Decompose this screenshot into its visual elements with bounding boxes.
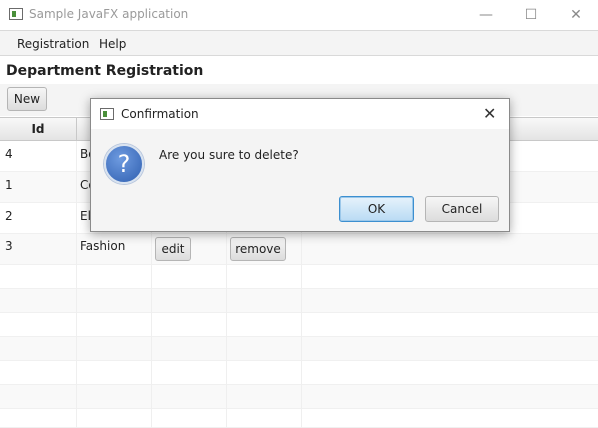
app-icon: [9, 8, 23, 20]
column-divider: [76, 141, 77, 428]
cell-id: 3: [5, 239, 13, 253]
menu-bar: Registration Help: [0, 30, 598, 56]
empty-row: [0, 409, 598, 428]
page-title: Department Registration: [6, 63, 204, 79]
new-button[interactable]: New: [7, 87, 47, 111]
maximize-button[interactable]: ☐: [508, 0, 554, 30]
menu-help[interactable]: Help: [99, 37, 126, 51]
cell-id: 2: [5, 209, 13, 223]
cell-id: 4: [5, 147, 13, 161]
cell-id: 1: [5, 178, 13, 192]
dialog-close-button[interactable]: ✕: [483, 104, 496, 123]
ok-button[interactable]: OK: [339, 196, 414, 222]
empty-row: [0, 289, 598, 313]
dialog-title-bar: Confirmation ✕: [91, 99, 509, 129]
window-title-bar: Sample JavaFX application — ☐ ✕: [0, 0, 598, 30]
confirmation-dialog: Confirmation ✕ ? Are you sure to delete?…: [90, 98, 510, 232]
cancel-button[interactable]: Cancel: [425, 196, 499, 222]
dialog-message: Are you sure to delete?: [159, 148, 299, 162]
menu-registration[interactable]: Registration: [17, 37, 89, 51]
empty-row: [0, 385, 598, 409]
window-title: Sample JavaFX application: [29, 7, 189, 21]
empty-row: [0, 313, 598, 337]
empty-row: [0, 361, 598, 385]
remove-button[interactable]: remove: [230, 237, 286, 261]
question-icon: ?: [104, 144, 144, 184]
cell-name: Fashion: [80, 239, 126, 253]
table-row[interactable]: 3 Fashion edit remove: [0, 234, 598, 265]
close-button[interactable]: ✕: [553, 0, 598, 30]
column-header-id[interactable]: Id: [0, 118, 77, 140]
edit-button[interactable]: edit: [155, 237, 191, 261]
empty-row: [0, 337, 598, 361]
minimize-button[interactable]: —: [463, 0, 509, 30]
dialog-title: Confirmation: [121, 107, 199, 121]
empty-row: [0, 265, 598, 289]
app-icon: [100, 108, 114, 120]
